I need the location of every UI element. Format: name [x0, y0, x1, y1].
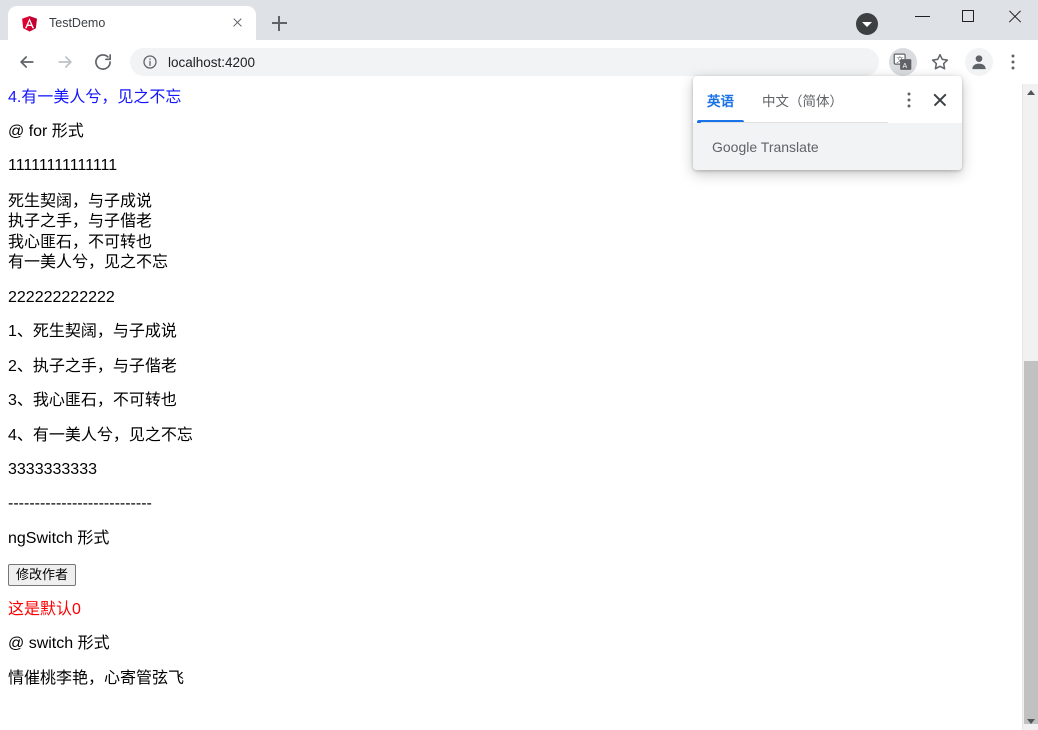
scrollbar-thumb[interactable]	[1024, 361, 1038, 724]
threes-line: 3333333333	[8, 460, 97, 478]
address-bar[interactable]: localhost:4200	[130, 48, 879, 76]
scroll-down-arrow-icon[interactable]	[1023, 713, 1038, 730]
poem-line: 死生契阔，与子成说	[8, 192, 153, 210]
switch-heading: @ switch 形式	[8, 635, 110, 653]
page-viewport: 4.有一美人兮，见之不忘 @ for 形式 11111111111111 死生契…	[0, 84, 1038, 730]
ngswitch-heading: ngSwitch 形式	[8, 529, 110, 547]
change-author-button-row: 修改作者	[8, 564, 1014, 586]
reload-icon[interactable]	[87, 46, 119, 78]
google-translate-label: Google Translate	[712, 138, 819, 155]
maximize-icon[interactable]	[946, 0, 992, 32]
browser-tab-testdemo[interactable]: TestDemo	[8, 6, 256, 40]
change-author-button[interactable]: 修改作者	[8, 564, 77, 586]
switch-result-text: 情催桃李艳，心寄管弦飞	[8, 669, 185, 687]
numbered-line: 4、有一美人兮，见之不忘	[8, 426, 193, 444]
profile-avatar[interactable]	[965, 48, 993, 76]
kebab-dots	[1011, 54, 1015, 70]
divider-line: ---------------------------	[8, 495, 152, 513]
bookmark-star-icon[interactable]	[924, 46, 956, 78]
toolbar-actions: 文 A	[885, 46, 1030, 78]
close-window-icon[interactable]	[992, 0, 1038, 32]
translate-tabs-underline	[701, 122, 888, 123]
forward-icon[interactable]	[49, 46, 81, 78]
translate-language-tabs: 英语 中文（简体）	[693, 76, 896, 123]
close-tab-icon[interactable]	[228, 14, 246, 32]
translate-options-icon[interactable]	[896, 82, 922, 118]
translate-close-icon[interactable]	[924, 82, 956, 118]
kebab-dots	[907, 92, 911, 107]
back-icon[interactable]	[11, 46, 43, 78]
poem-line: 我心匪石，不可转也	[8, 233, 153, 251]
poem-line: 有一美人兮，见之不忘	[8, 254, 169, 272]
translate-popup-footer: Google Translate	[693, 123, 962, 170]
window-controls	[900, 0, 1038, 40]
numbered-line: 3、我心匪石，不可转也	[8, 392, 177, 410]
default-case-text: 这是默认0	[8, 601, 81, 619]
poem-line: 执子之手，与子偕老	[8, 213, 153, 231]
translate-popup: 英语 中文（简体） Google Translate	[693, 76, 962, 170]
tab-strip: TestDemo	[0, 0, 1038, 40]
vertical-scrollbar[interactable]	[1022, 84, 1038, 730]
address-bar-url: localhost:4200	[168, 54, 256, 70]
tab-search-icon[interactable]	[856, 13, 878, 35]
numbered-line: 2、执子之手，与子偕老	[8, 357, 177, 375]
svg-text:A: A	[903, 62, 908, 70]
translate-icon[interactable]: 文 A	[889, 48, 917, 76]
site-info-icon[interactable]	[142, 54, 158, 70]
tab-title: TestDemo	[49, 16, 106, 30]
twos-line: 222222222222	[8, 289, 115, 306]
minimize-icon[interactable]	[900, 0, 946, 32]
poem-block: 死生契阔，与子成说 执子之手，与子偕老 我心匪石，不可转也 有一美人兮，见之不忘	[8, 192, 1014, 274]
new-tab-button[interactable]	[265, 9, 293, 37]
numbered-line: 1、死生契阔，与子成说	[8, 323, 177, 341]
chrome-menu-icon[interactable]	[999, 48, 1027, 76]
browser-window: TestDemo localhost:4200 文 A 4.有一美人兮，见之不忘…	[0, 0, 1038, 730]
translate-tab-chinese[interactable]: 中文（简体）	[748, 76, 857, 123]
translate-popup-header: 英语 中文（简体）	[693, 76, 962, 123]
translate-tab-english[interactable]: 英语	[693, 76, 748, 123]
scroll-up-arrow-icon[interactable]	[1023, 84, 1038, 101]
page-content: 4.有一美人兮，见之不忘 @ for 形式 11111111111111 死生契…	[0, 84, 1022, 704]
angular-logo-icon	[20, 14, 38, 32]
